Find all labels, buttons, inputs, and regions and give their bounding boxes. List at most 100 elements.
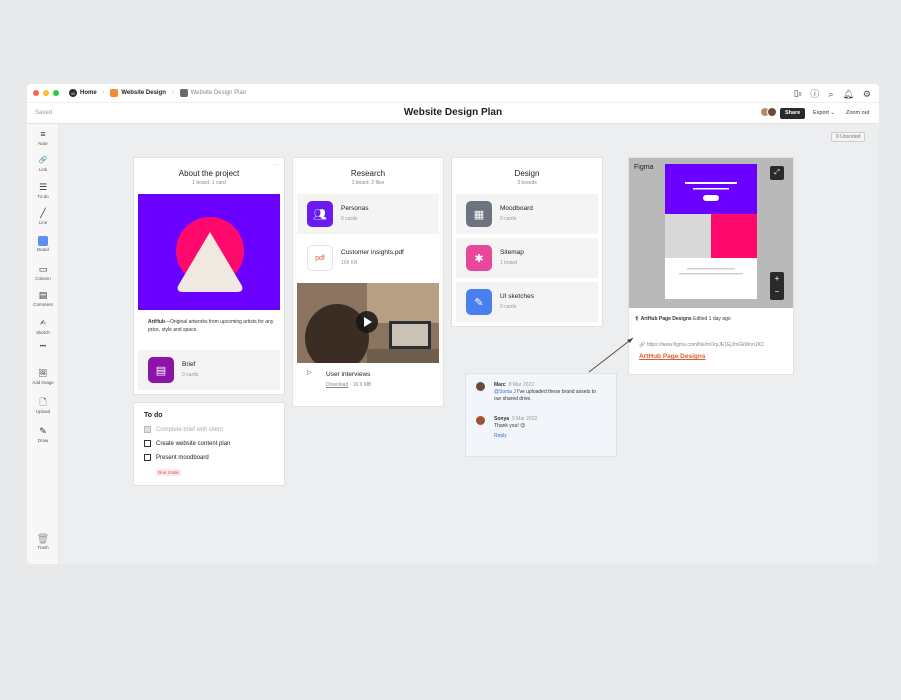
tool-label: Comment xyxy=(33,302,53,307)
tool-label: Note xyxy=(38,141,48,146)
connector-line[interactable] xyxy=(587,334,637,374)
sketch-icon: ✍ xyxy=(40,320,46,327)
page-title[interactable]: Website Design Plan xyxy=(27,107,879,118)
breadcrumb-separator: / xyxy=(171,90,174,96)
figma-url: 🔗︎ https://www.figma.com/file/mOrpJE1EjJ… xyxy=(639,342,764,348)
reply-link[interactable]: Reply xyxy=(494,433,507,439)
item-meta: 1 board xyxy=(500,260,517,266)
research-column[interactable]: Research 1 board, 2 files 👥︎ Personas 0 … xyxy=(293,158,443,406)
personas-board[interactable]: 👥︎ Personas 0 cards xyxy=(297,194,439,234)
tool-column[interactable]: ▭ Column xyxy=(27,264,59,281)
tool-link[interactable]: 🔗 Link xyxy=(27,155,59,172)
tool-draw[interactable]: ✎ Draw xyxy=(27,426,59,443)
figma-embed[interactable]: Figma ⤢ + − ❡ ArtHub Page Designs Edited … xyxy=(629,158,793,374)
item-name: Personas xyxy=(341,205,369,212)
people-icon: 👥︎ xyxy=(307,201,333,227)
brand-name: ArtHub xyxy=(148,319,165,325)
item-meta: 0 cards xyxy=(182,372,199,378)
tool-sketch[interactable]: ✍ Sketch xyxy=(27,318,59,335)
tool-more[interactable]: ••• xyxy=(27,342,59,353)
tool-label: Add image xyxy=(32,380,54,385)
tool-add-image[interactable]: 🖼 Add image xyxy=(27,368,59,385)
image-icon: 🖼 xyxy=(38,370,48,377)
tool-todo[interactable]: ☰ To-do xyxy=(27,182,59,199)
url-text: https://www.figma.com/file/mOrpJE1EjJmGk… xyxy=(646,342,765,348)
tool-upload[interactable]: 🗋 Upload xyxy=(27,397,59,414)
home-icon: M xyxy=(69,89,77,97)
item-name: UI sketches xyxy=(500,293,534,300)
mention[interactable]: @Sonia J xyxy=(494,389,516,395)
avatar xyxy=(476,382,485,391)
share-button[interactable]: Share xyxy=(780,108,806,119)
gear-icon[interactable]: ⚙ xyxy=(863,89,871,99)
title-bar: Saved Website Design Plan Share Export ⌄… xyxy=(27,102,879,124)
search-icon[interactable]: ⌕ xyxy=(828,89,833,99)
figma-edited: Edited 1 day ago xyxy=(691,316,731,322)
tool-note[interactable]: ≡ Note xyxy=(27,129,59,146)
figma-preview[interactable]: Figma ⤢ + − xyxy=(629,158,793,308)
todo-text: Present moodboard xyxy=(156,454,209,461)
play-button[interactable] xyxy=(356,311,378,333)
video-file-icon: ▷ xyxy=(307,370,312,376)
video-meta: Download · 16.9 MB xyxy=(326,382,371,388)
figma-link[interactable]: ArtHub Page Designs xyxy=(639,353,705,360)
checkbox[interactable] xyxy=(144,440,151,447)
board-icon xyxy=(38,236,48,246)
tool-line[interactable]: ╱ Line xyxy=(27,208,59,225)
zoom-out-mini-button[interactable]: − xyxy=(770,285,784,298)
ui-sketches-board[interactable]: ✎ UI sketches 0 cards xyxy=(456,282,598,322)
unsorted-button[interactable]: 0 Unsorted xyxy=(831,132,866,142)
item-name: Customer insights.pdf xyxy=(341,249,404,256)
device-count: 0 xyxy=(798,92,802,98)
grid-icon: ▦ xyxy=(466,201,492,227)
comment-thread[interactable]: Marc 8 Mar 2022 @Sonia J I've uploaded th… xyxy=(466,374,616,456)
expand-icon[interactable]: ⤢ xyxy=(770,166,784,180)
item-name: Brief xyxy=(182,361,196,368)
tool-comment[interactable]: ▤ Comment xyxy=(27,290,59,307)
board-color-icon xyxy=(110,89,119,97)
export-button[interactable]: Export ⌄ xyxy=(813,110,835,116)
more-options-icon[interactable]: ··· xyxy=(273,162,279,168)
checkbox[interactable] xyxy=(144,454,151,461)
brief-board[interactable]: ▤ Brief 0 cards xyxy=(138,350,280,390)
close-window-dot[interactable] xyxy=(33,90,39,96)
tool-label: Draw xyxy=(37,438,49,443)
device-icon[interactable]: ▯0 xyxy=(794,88,802,100)
bell-icon[interactable]: 🔔︎ xyxy=(842,89,853,99)
item-meta: 0 cards xyxy=(341,216,358,222)
todo-card[interactable]: To do Complete brief with client Create … xyxy=(134,403,284,485)
moodboard-board[interactable]: ▦ Moodboard 0 cards xyxy=(456,194,598,234)
collaborator-avatars[interactable] xyxy=(760,107,777,117)
todo-item[interactable]: Present moodboard xyxy=(144,454,209,461)
tool-label: Link xyxy=(38,167,48,172)
hero-image[interactable] xyxy=(138,194,280,310)
pdf-file[interactable]: pdf Customer insights.pdf 168 KB xyxy=(297,238,439,280)
download-link[interactable]: Download xyxy=(326,382,348,388)
todo-item[interactable]: Complete brief with client xyxy=(144,426,223,433)
breadcrumb-home[interactable]: M Home xyxy=(69,89,97,97)
design-column[interactable]: Design 3 boards ▦ Moodboard 0 cards ✱ Si… xyxy=(452,158,602,326)
breadcrumb-current[interactable]: Website Design Plan xyxy=(179,89,246,97)
tool-label: To-do xyxy=(37,194,49,199)
maximize-window-dot[interactable] xyxy=(53,90,59,96)
todo-item[interactable]: Create website content plan xyxy=(144,440,230,447)
checkbox-checked[interactable] xyxy=(144,426,151,433)
tool-label: Column xyxy=(35,276,51,281)
breadcrumb-home-label: Home xyxy=(80,90,97,96)
sitemap-board[interactable]: ✱ Sitemap 1 board xyxy=(456,238,598,278)
help-icon[interactable]: ⓘ xyxy=(810,89,819,99)
zoom-out-button[interactable]: Zoom out xyxy=(846,110,869,116)
item-meta: 168 KB xyxy=(341,260,358,266)
about-column[interactable]: ··· About the project 1 board, 1 card Ar… xyxy=(134,158,284,394)
breadcrumb-website-design[interactable]: Website Design xyxy=(110,89,166,97)
column-title: Design xyxy=(514,169,540,178)
link-icon: 🔗 xyxy=(38,157,48,164)
tool-board[interactable]: Board xyxy=(27,236,59,252)
trash[interactable]: 🗑 Trash xyxy=(27,534,59,550)
avatar xyxy=(476,416,485,425)
upload-icon: 🗋 xyxy=(39,397,47,407)
figma-meta: ❡ ArtHub Page Designs Edited 1 day ago xyxy=(635,316,731,322)
video-thumbnail[interactable] xyxy=(297,283,439,363)
minimize-window-dot[interactable] xyxy=(43,90,49,96)
zoom-in-button[interactable]: + xyxy=(770,272,784,285)
